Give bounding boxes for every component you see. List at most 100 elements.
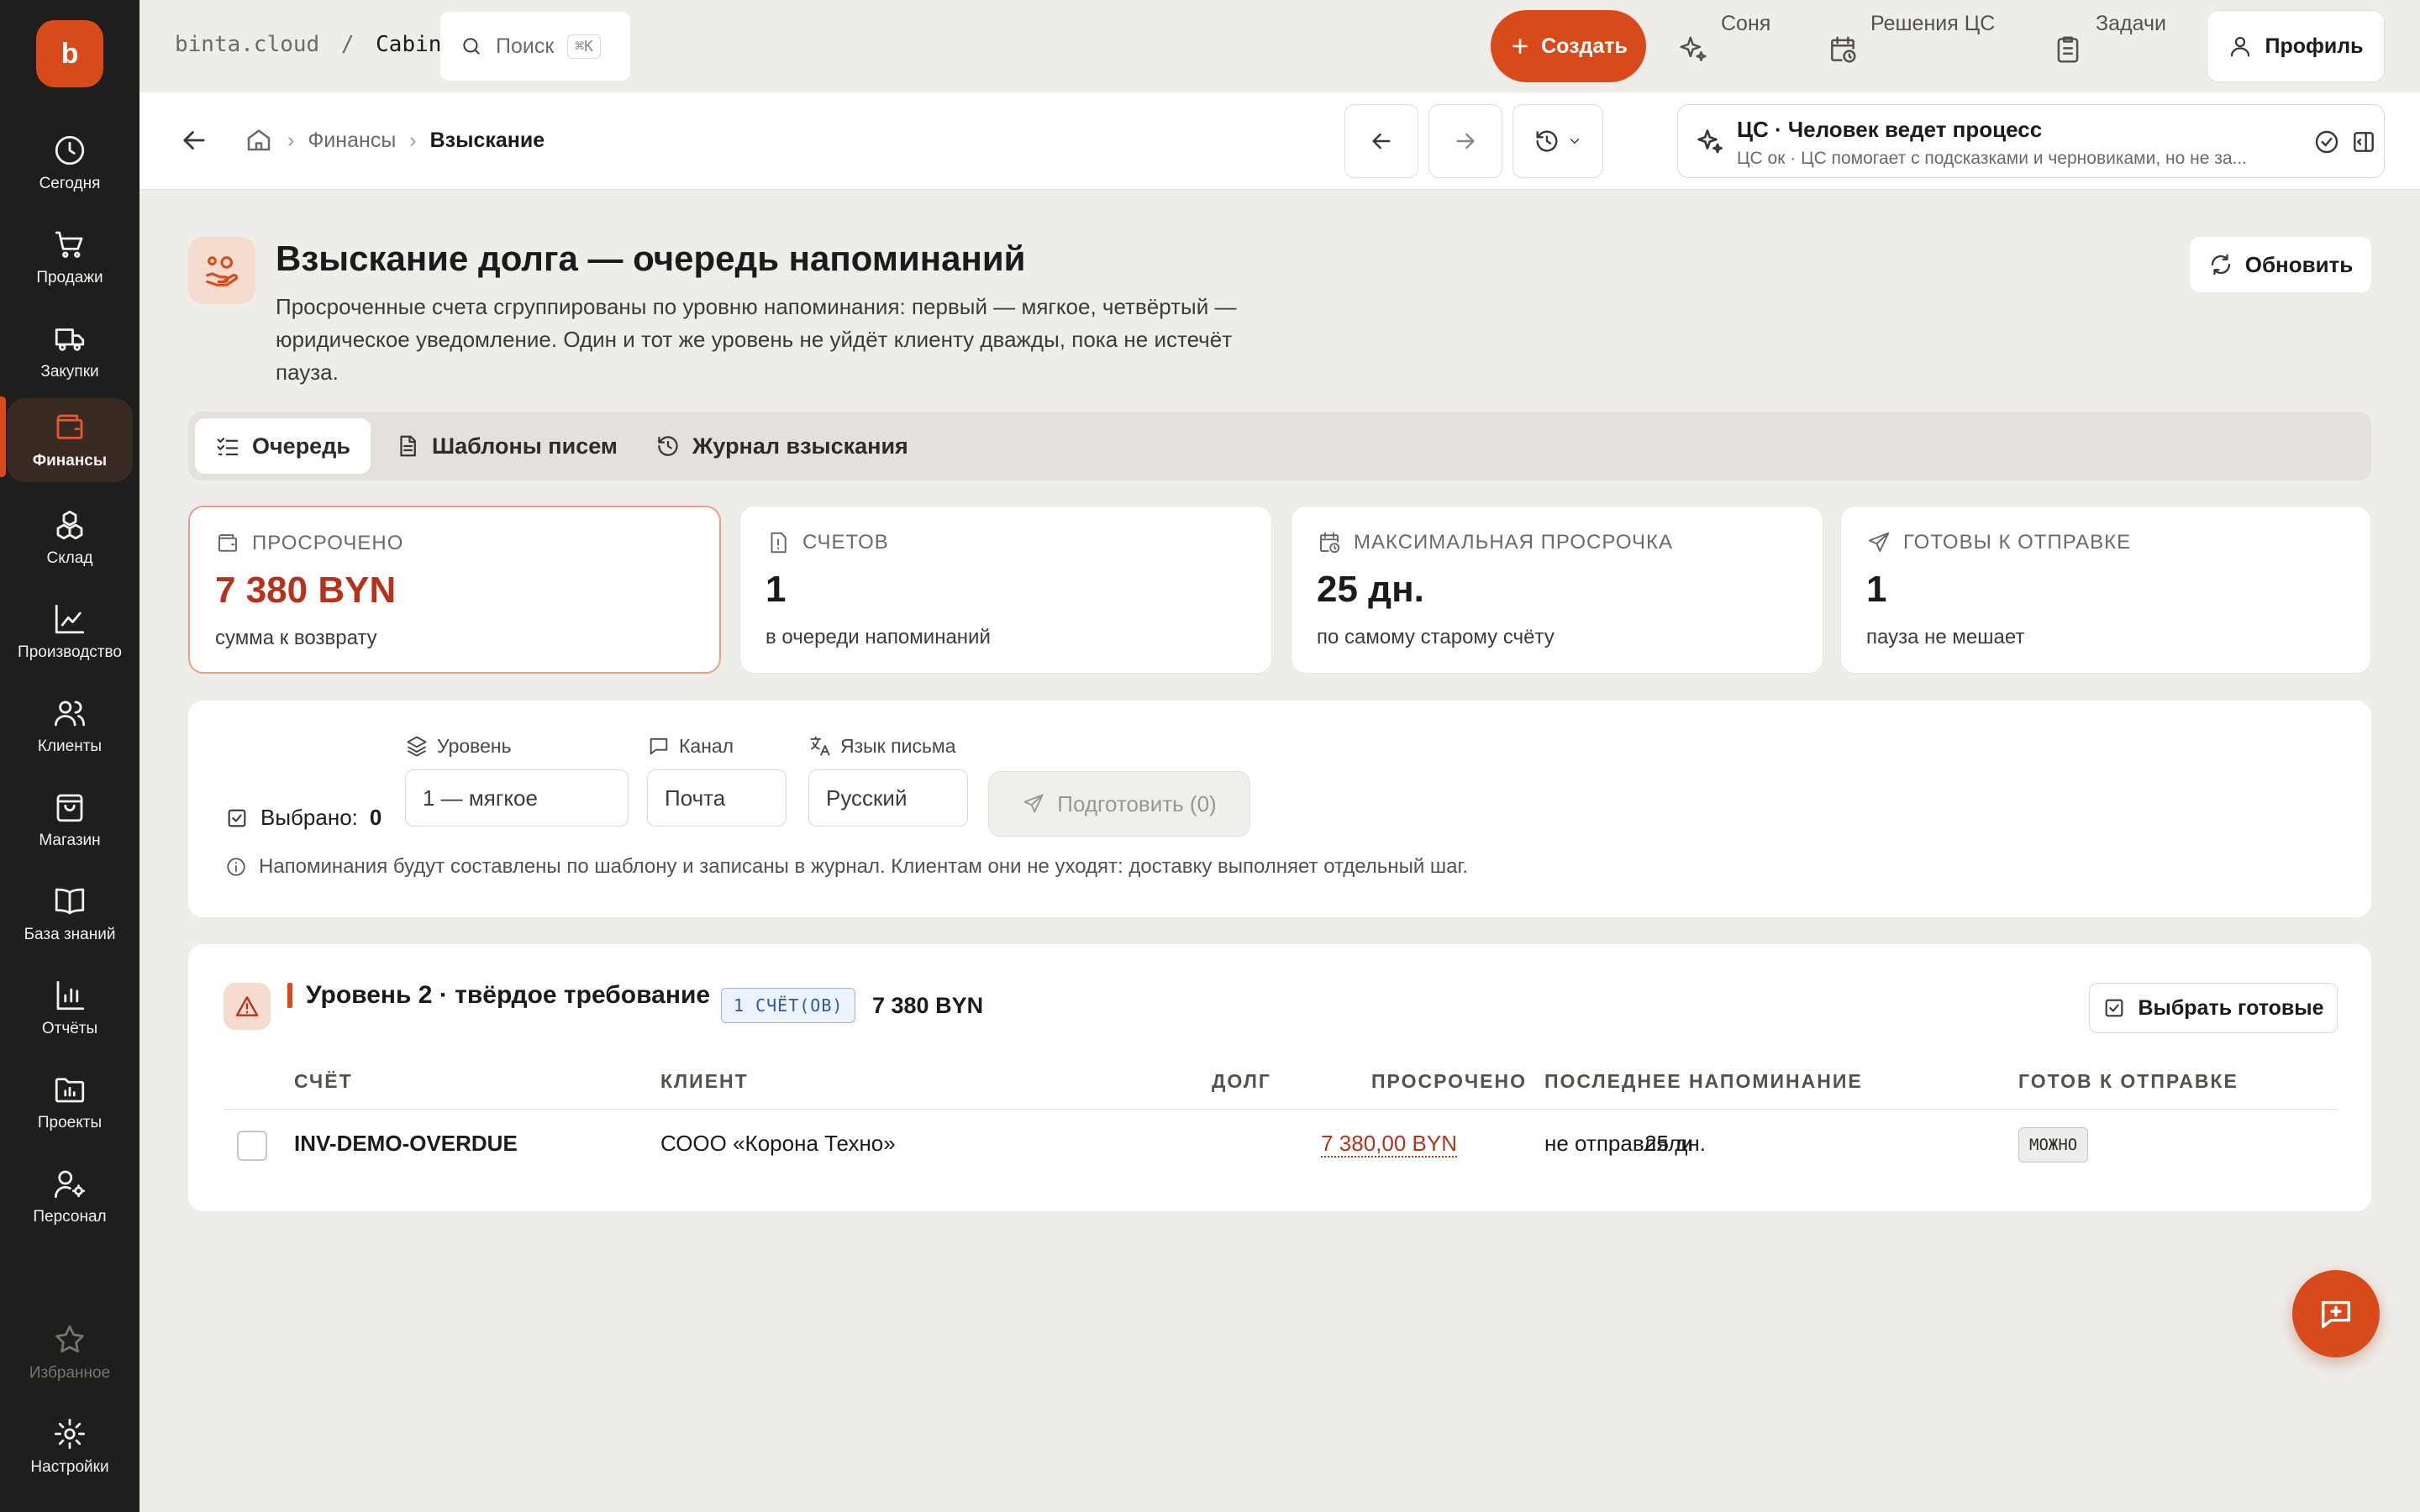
warning-badge xyxy=(224,983,271,1030)
sidebar-item-settings[interactable]: Настройки xyxy=(7,1404,133,1488)
ai-status-panel[interactable]: ЦС · Человек ведет процесс ЦС ок · ЦС по… xyxy=(1677,104,2385,178)
create-button[interactable]: Создать xyxy=(1491,10,1646,82)
column-header-debt[interactable]: ДОЛГ xyxy=(1212,1070,1271,1093)
history-icon xyxy=(1536,130,1558,152)
clipboard-icon xyxy=(2057,36,2079,63)
chat-fab-button[interactable] xyxy=(2292,1270,2380,1357)
sidebar-item-shop[interactable]: Магазин xyxy=(7,778,133,862)
cart-icon xyxy=(55,231,83,258)
sidebar-item-projects[interactable]: Проекты xyxy=(7,1060,133,1144)
column-header-ready[interactable]: ГОТОВ К ОТПРАВКЕ xyxy=(2018,1070,2238,1093)
stat-caption: СЧЕТОВ xyxy=(802,531,889,554)
prepare-button[interactable]: Подготовить (0) xyxy=(988,771,1250,837)
hand-coins-icon xyxy=(206,256,239,286)
tasks-button[interactable]: Задачи xyxy=(2052,12,2186,71)
sidebar-item-sales[interactable]: Продажи xyxy=(7,215,133,299)
debt-amount[interactable]: 7 380,00 BYN xyxy=(1321,1131,1457,1158)
breadcrumb: › Финансы › Взыскание xyxy=(287,129,544,153)
row-checkbox[interactable] xyxy=(237,1131,267,1161)
workspace-name[interactable]: binta.cloud xyxy=(175,32,319,57)
calendar-clock-icon xyxy=(1831,36,1856,63)
wallet-icon xyxy=(218,534,237,552)
page-description: Просроченные счета сгруппированы по уров… xyxy=(276,294,1237,385)
arrow-left-icon xyxy=(1372,133,1391,150)
level-label: Уровень xyxy=(405,734,512,758)
sidebar-item-warehouse[interactable]: Склад xyxy=(7,496,133,580)
panel-toggle-icon[interactable] xyxy=(2350,129,2377,155)
ai-status-subtitle: ЦС ок · ЦС помогает с подсказками и черн… xyxy=(1737,149,2248,168)
invoice-number[interactable]: INV-DEMO-OVERDUE xyxy=(294,1131,518,1157)
last-reminder: не отправляли xyxy=(1544,1131,1693,1156)
layers-icon xyxy=(407,736,427,757)
refresh-button[interactable]: Обновить xyxy=(2190,237,2371,292)
column-header-client[interactable]: КЛИЕНТ xyxy=(660,1070,749,1093)
topbar: binta.cloud / Cabinet Поиск ⌘K Создать С… xyxy=(139,0,2420,92)
stat-card-overdue: ПРОСРОЧЕНО 7 380 BYN сумма к возврату xyxy=(188,506,721,674)
document-icon xyxy=(400,435,416,457)
stat-caption: ГОТОВЫ К ОТПРАВКЕ xyxy=(1903,531,2132,554)
search-input[interactable]: Поиск ⌘K xyxy=(440,12,630,81)
tab-journal[interactable]: Журнал взыскания xyxy=(635,418,929,474)
refresh-icon xyxy=(2211,254,2230,276)
breadcrumb-separator: › xyxy=(287,129,295,152)
bar-chart-icon xyxy=(56,980,85,1011)
app-logo[interactable]: b xyxy=(36,20,103,87)
translate-icon xyxy=(810,736,830,756)
selected-count: Выбрано: 0 xyxy=(225,805,381,831)
users-icon xyxy=(54,701,86,727)
user-icon xyxy=(2231,36,2250,57)
sidebar: b Сегодня Продажи Закупки Финансы Склад … xyxy=(0,0,139,1512)
checkbox-checked-icon xyxy=(2106,999,2123,1017)
history-back-button[interactable] xyxy=(1344,104,1418,178)
warning-icon xyxy=(235,996,259,1016)
breadcrumb-current: Взыскание xyxy=(429,129,545,152)
group-sum: 7 380 BYN xyxy=(872,993,984,1018)
group-title: Уровень 2 · твёрдое требование xyxy=(306,981,711,1009)
user-gear-icon xyxy=(54,1170,86,1199)
arrow-right-icon xyxy=(1456,133,1475,150)
sidebar-item-clients[interactable]: Клиенты xyxy=(7,684,133,768)
stat-note: по самому старому счёту xyxy=(1317,626,1555,648)
truck-icon xyxy=(55,328,85,351)
stat-value: 1 xyxy=(1866,569,1887,610)
profile-button[interactable]: Профиль xyxy=(2207,10,2385,82)
sidebar-item-today[interactable]: Сегодня xyxy=(7,121,133,205)
home-link[interactable] xyxy=(244,124,274,155)
clock-icon xyxy=(55,135,85,165)
sparkles-icon xyxy=(1680,36,1707,61)
stat-card-ready: ГОТОВЫ К ОТПРАВКЕ 1 пауза не мешает xyxy=(1840,506,2371,674)
subheader: › Финансы › Взыскание ЦС · Человек ведет… xyxy=(139,92,2420,190)
sidebar-item-finance[interactable]: Финансы xyxy=(7,398,133,482)
ai-status-title: ЦС · Человек ведет процесс xyxy=(1737,117,2043,142)
wallet-icon xyxy=(56,414,83,439)
column-header-invoice[interactable]: СЧЁТ xyxy=(294,1070,353,1093)
select-ready-button[interactable]: Выбрать готовые xyxy=(2089,983,2338,1033)
workspace-breadcrumb: binta.cloud / Cabinet xyxy=(175,32,468,57)
language-select[interactable]: Русский xyxy=(808,769,968,827)
filter-panel: Выбрано: 0 Уровень 1 — мягкое Канал Почт… xyxy=(188,701,2371,917)
back-button[interactable] xyxy=(178,124,210,156)
history-icon xyxy=(658,436,678,456)
breadcrumb-finance[interactable]: Финансы xyxy=(308,129,396,153)
column-header-overdue[interactable]: ПРОСРОЧЕНО xyxy=(1371,1070,1527,1093)
file-alert-icon xyxy=(771,532,786,554)
tab-templates[interactable]: Шаблоны писем xyxy=(375,418,638,474)
history-menu-button[interactable] xyxy=(1512,104,1603,178)
decisions-button[interactable]: Решения ЦС xyxy=(1827,12,2020,71)
sidebar-item-favorites[interactable]: Избранное xyxy=(7,1310,133,1394)
history-forward-button[interactable] xyxy=(1428,104,1502,178)
active-indicator xyxy=(0,396,6,477)
sidebar-item-reports[interactable]: Отчёты xyxy=(7,966,133,1050)
sidebar-item-staff[interactable]: Персонал xyxy=(7,1154,133,1238)
check-circle-icon[interactable] xyxy=(2313,129,2340,155)
sidebar-item-knowledge[interactable]: База знаний xyxy=(7,872,133,956)
sidebar-item-production[interactable]: Производство xyxy=(7,590,133,674)
tab-queue[interactable]: Очередь xyxy=(195,418,371,474)
column-header-last-reminder[interactable]: ПОСЛЕДНЕЕ НАПОМИНАНИЕ xyxy=(1544,1070,1863,1093)
calendar-clock-icon xyxy=(1320,532,1340,554)
reminder-group-panel: Уровень 2 · твёрдое требование 1 СЧЁТ(ОВ… xyxy=(188,944,2371,1211)
channel-select[interactable]: Почта xyxy=(647,769,786,827)
sidebar-item-purchases[interactable]: Закупки xyxy=(7,309,133,393)
assistant-button[interactable]: Соня xyxy=(1677,12,1803,71)
level-select[interactable]: 1 — мягкое xyxy=(405,769,629,827)
